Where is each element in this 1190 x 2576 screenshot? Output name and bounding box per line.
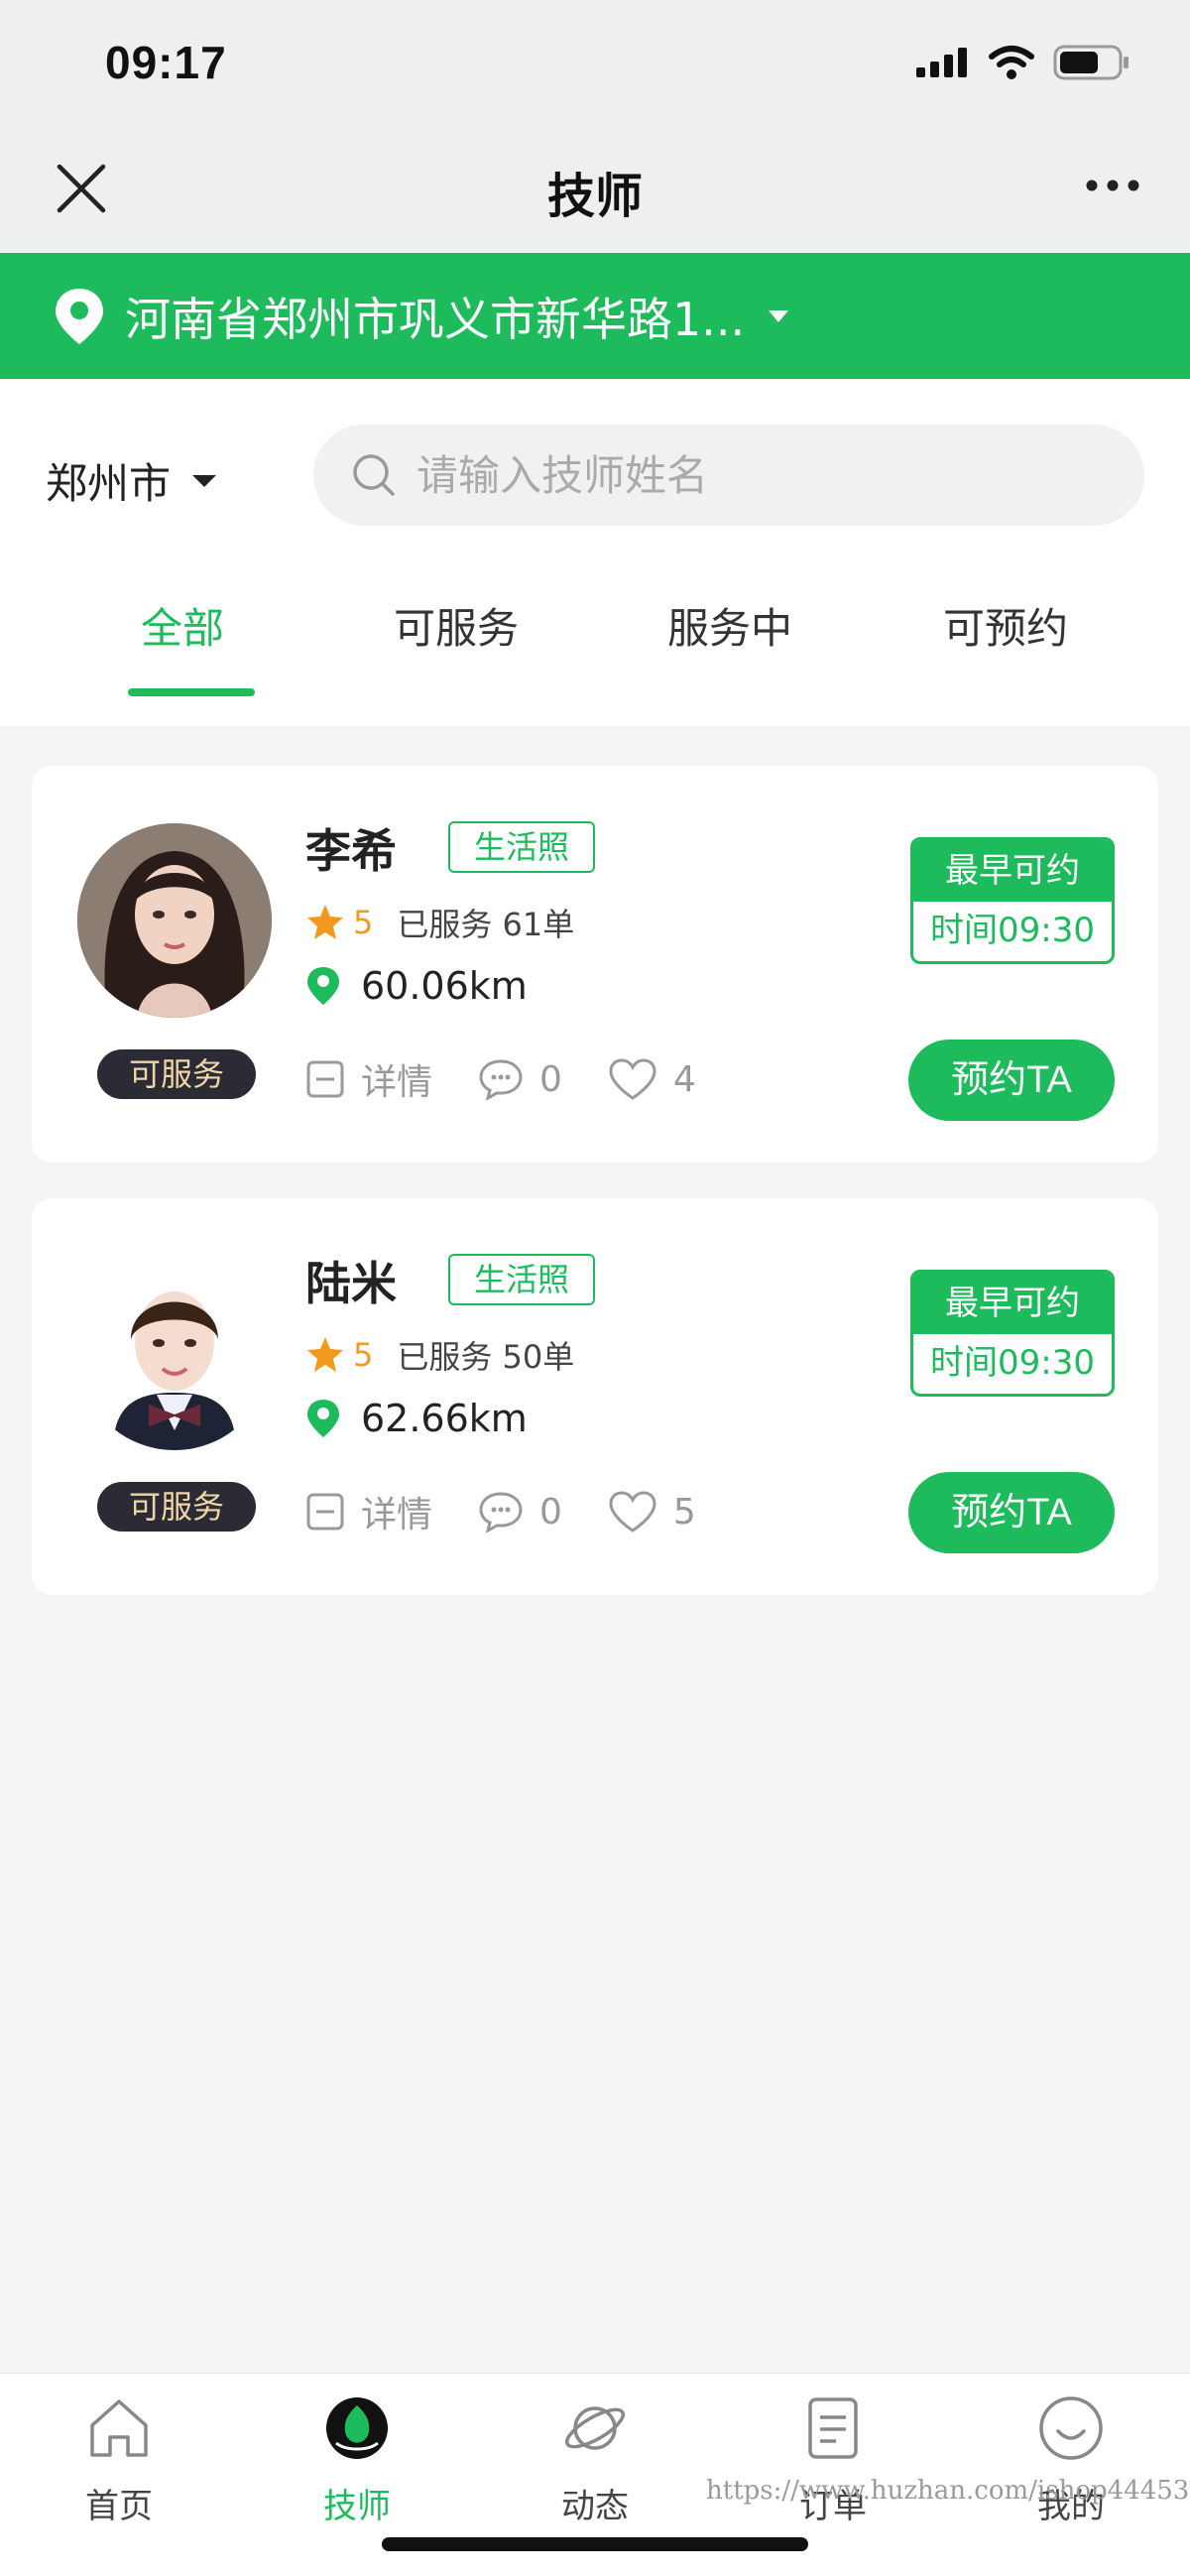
distance-value: 62.66km [361,1397,528,1440]
tab-available[interactable]: 可服务 [319,595,593,656]
detail-label: 详情 [361,1062,433,1103]
card-actions: 详情 0 4 [305,1053,696,1105]
profile-icon [1039,2396,1103,2460]
heart-icon [609,1058,656,1100]
earliest-time: 时间09:30 [930,1343,1095,1383]
life-photo-tag[interactable]: 生活照 [448,1254,595,1305]
detail-label: 详情 [361,1495,433,1535]
comment-count: 0 [539,1491,562,1533]
location-bar[interactable]: 河南省郑州市巩义市新华路1... [0,253,1190,379]
earliest-label: 最早可约 [913,840,1112,902]
status-tabs: 全部 可服务 服务中 可预约 [0,595,1190,704]
active-tab-underline [128,688,255,696]
filter-bar: 郑州市 全部 可服务 服务中 可预约 [0,379,1190,726]
city-label: 郑州市 [46,459,172,508]
battery-icon [1053,45,1129,80]
served-count: 已服务 61单 [397,906,575,943]
life-photo-tag[interactable]: 生活照 [448,821,595,873]
detail-link[interactable]: 详情 [305,1053,432,1105]
location-pin-icon [307,967,339,1005]
card-actions: 详情 0 5 [305,1486,696,1537]
watermark-text: https://www.huzhan.com/ishop44453 [706,2476,1190,2506]
city-selector[interactable]: 郑州市 [46,450,218,511]
book-button[interactable]: 预约TA [908,1472,1115,1553]
location-pin-icon [56,288,103,344]
tab-moments[interactable]: 动态 [476,2393,714,2527]
star-icon [307,905,343,939]
location-address: 河南省郑州市巩义市新华路1... [125,292,746,346]
star-icon [307,1337,343,1372]
tab-in-service[interactable]: 服务中 [593,595,867,656]
location-pin-icon [307,1400,339,1437]
comment-icon [479,1492,523,1533]
status-time: 09:17 [105,37,227,88]
served-count: 已服务 50单 [397,1338,575,1376]
dropdown-triangle-icon [769,309,789,322]
earliest-booking: 最早可约 时间09:30 [910,1270,1115,1397]
avatar [77,1256,272,1450]
comment-button[interactable]: 0 [478,1058,562,1100]
search-input[interactable] [416,450,1111,500]
tab-orders[interactable]: 订单 [714,2393,952,2527]
nav-bar: 技师 [0,129,1190,253]
distance-row: 62.66km [305,1397,528,1440]
technician-card[interactable]: 可服务 李希 生活照 5 已服务 61单 60.06km 详情 0 4 最早可约… [32,766,1158,1163]
earliest-time: 时间09:30 [930,911,1095,950]
detail-icon [306,1060,344,1098]
like-count: 5 [672,1491,696,1533]
home-indicator[interactable] [382,2537,808,2551]
tab-home[interactable]: 首页 [0,2393,238,2527]
distance-row: 60.06km [305,964,528,1008]
book-button[interactable]: 预约TA [908,1040,1115,1121]
rating-score: 5 [353,904,374,941]
technician-name: 李希 [305,824,397,878]
rating-row: 5 已服务 50单 [305,1332,574,1378]
rating-row: 5 已服务 61单 [305,900,574,945]
status-bar: 09:17 [0,0,1190,129]
status-badge: 可服务 [97,1049,256,1099]
more-icon[interactable] [1085,179,1140,192]
tab-mine[interactable]: 我的 [952,2393,1190,2527]
comment-icon [479,1059,523,1100]
page-title: 技师 [546,169,643,224]
technician-name: 陆米 [305,1257,397,1310]
heart-icon [609,1491,656,1533]
like-button[interactable]: 4 [608,1057,696,1101]
order-icon [808,2397,858,2459]
comment-button[interactable]: 0 [478,1491,562,1533]
home-icon [90,2399,148,2457]
signal-icon [916,48,967,77]
search-box[interactable] [313,425,1144,526]
like-button[interactable]: 5 [608,1490,696,1533]
wifi-icon [989,46,1034,79]
detail-icon [306,1493,344,1531]
earliest-booking: 最早可约 时间09:30 [910,837,1115,964]
distance-value: 60.06km [361,964,528,1008]
comment-count: 0 [539,1058,562,1100]
tab-bookable[interactable]: 可预约 [869,595,1142,656]
planet-icon [564,2406,626,2450]
chevron-down-icon [192,474,217,487]
rating-score: 5 [353,1336,374,1374]
search-icon [353,454,395,496]
detail-link[interactable]: 详情 [305,1486,432,1537]
status-badge: 可服务 [97,1482,256,1532]
like-count: 4 [672,1058,696,1100]
technician-icon [326,2397,388,2459]
avatar [77,823,272,1018]
tab-all[interactable]: 全部 [46,595,319,696]
tab-technician[interactable]: 技师 [238,2393,476,2527]
earliest-label: 最早可约 [913,1273,1112,1334]
technician-card[interactable]: 可服务 陆米 生活照 5 已服务 50单 62.66km 详情 0 5 最早可约… [32,1198,1158,1595]
